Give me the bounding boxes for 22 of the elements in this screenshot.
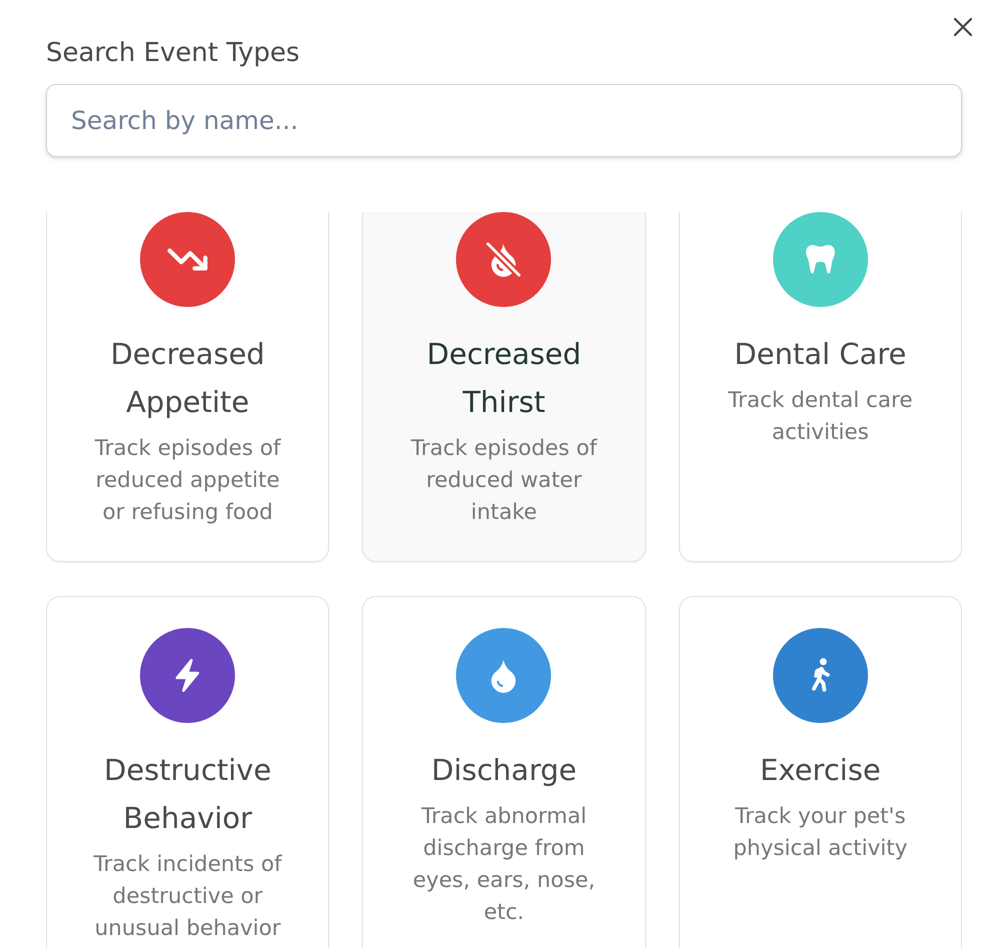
dialog-title: Search Event Types: [46, 37, 301, 69]
close-button[interactable]: [953, 17, 973, 37]
card-description: Track dental care activities: [727, 387, 914, 447]
card-title: Exercise: [760, 752, 881, 789]
card-description: Track episodes of reduced water intake: [410, 435, 598, 527]
event-type-card[interactable]: Dental Care Track dental care activities: [678, 212, 962, 562]
event-type-card[interactable]: Exercise Track your pet's physical activity: [678, 596, 962, 948]
event-type-card[interactable]: Decreased Appetite Track episodes of reduced appetite or refusing food: [46, 212, 330, 562]
card-title: Decreased Thirst: [426, 336, 582, 421]
event-type-card[interactable]: Destructive Behavior Track incidents of destructive or unusual behavior: [46, 596, 330, 948]
card-title: Dental Care: [734, 336, 906, 373]
card-title: Destructive Behavior: [102, 752, 272, 837]
card-description: Track your pet's physical activity: [732, 803, 908, 863]
card-title: Decreased Appetite: [109, 336, 266, 421]
card-description: Track incidents of destructive or unusual behavior: [92, 851, 284, 943]
event-type-card[interactable]: Decreased Thirst Track episodes of reduced water intake: [362, 212, 646, 562]
card-description: Track episodes of reduced appetite or refusing food: [94, 435, 282, 527]
card-description: Track abnormal discharge from eyes, ears, nose, etc.: [412, 803, 596, 927]
event-type-card[interactable]: Discharge Track abnormal discharge from eyes, ears, nose, etc.: [362, 596, 646, 948]
close-icon: [953, 17, 973, 37]
card-title: Discharge: [431, 752, 577, 789]
search-field[interactable]: Search by name...: [46, 84, 962, 157]
